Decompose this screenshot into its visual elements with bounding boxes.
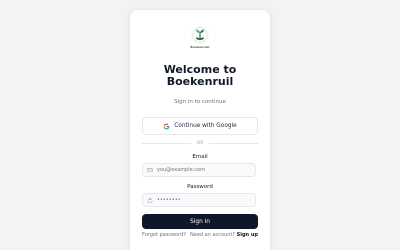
auth-footer: Forgot password? Need an account? Sign u…: [142, 232, 258, 238]
signup-link[interactable]: Sign up: [237, 232, 258, 238]
divider-label: OR: [196, 140, 204, 146]
page-title: Welcome to Boekenruil: [130, 64, 270, 88]
password-field-wrapper[interactable]: [142, 193, 256, 207]
password-label: Password: [187, 184, 213, 190]
forgot-password-link[interactable]: Forgot password?: [142, 232, 186, 238]
divider-line-right: [209, 142, 259, 144]
no-account-text: Need an account?: [190, 232, 236, 238]
email-label: Email: [192, 154, 208, 160]
page: Boekenruil Welcome to Boekenruil Sign in…: [0, 0, 400, 250]
email-field[interactable]: [157, 167, 247, 173]
brand-logo-label: Boekenruil: [190, 45, 210, 49]
lock-icon: [147, 197, 153, 203]
login-card: Boekenruil Welcome to Boekenruil Sign in…: [130, 10, 270, 250]
page-subtitle: Sign in to continue: [174, 99, 226, 105]
brand-logo-icon: [191, 26, 209, 44]
email-field-wrapper[interactable]: [142, 163, 256, 177]
divider-line-left: [142, 142, 191, 144]
google-signin-button[interactable]: Continue with Google: [142, 117, 258, 135]
title-line-2: Boekenruil: [166, 75, 234, 88]
password-field[interactable]: [157, 197, 247, 203]
or-divider: OR: [142, 139, 259, 147]
google-signin-label: Continue with Google: [174, 123, 237, 129]
mail-icon: [147, 167, 153, 173]
google-icon: [163, 123, 170, 130]
signup-prompt: Need an account? Sign up: [190, 232, 258, 238]
signin-button[interactable]: Sign in: [142, 214, 258, 229]
